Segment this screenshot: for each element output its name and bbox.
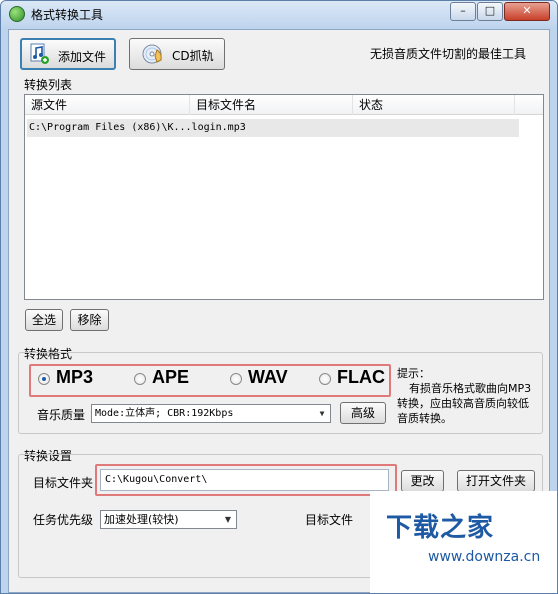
hint-line-3: 音质转换。 xyxy=(397,412,452,425)
radio-wav[interactable]: WAV xyxy=(230,367,310,389)
list-header: 源文件 目标文件名 状态 xyxy=(25,95,543,115)
radio-ape[interactable]: APE xyxy=(134,367,214,389)
watermark: 下载之家 www.downza.cn xyxy=(370,491,557,593)
row-source: C:\Program Files (x86)\K...login.mp3 xyxy=(29,122,246,133)
select-all-button[interactable]: 全选 xyxy=(25,309,63,331)
app-logo-icon xyxy=(9,6,25,22)
priority-label: 任务优先级 xyxy=(33,513,94,527)
target-folder-value: C:\Kugou\Convert\ xyxy=(105,474,208,485)
title-bar[interactable]: 格式转换工具 – □ ✕ xyxy=(1,1,557,27)
cd-disc-icon xyxy=(142,44,162,64)
radio-ape-label: APE xyxy=(152,367,190,387)
advanced-button[interactable]: 高级 xyxy=(340,402,386,424)
radio-flac[interactable]: FLAC xyxy=(319,367,389,389)
radio-wav-label: WAV xyxy=(248,367,288,387)
hint-title: 提示： xyxy=(397,367,430,380)
radio-flac-label: FLAC xyxy=(337,367,385,387)
target-folder-label: 目标文件夹 xyxy=(33,476,94,490)
quality-value: Mode:立体声; CBR:192Kbps xyxy=(95,408,234,419)
radio-wav-dot xyxy=(230,373,242,385)
app-window: 格式转换工具 – □ ✕ 添加文件 CD抓轨 无损音质文件切割的最佳工具 转换列… xyxy=(0,0,558,594)
music-note-icon xyxy=(30,43,49,64)
hint-line-1: 有损音乐格式歌曲向MP3 xyxy=(409,382,532,395)
maximize-button[interactable]: □ xyxy=(477,2,503,21)
hint-line-2: 转换，应由较高音质向较低 xyxy=(397,397,529,410)
minimize-button[interactable]: – xyxy=(450,2,476,21)
watermark-url: www.downza.cn xyxy=(428,549,541,565)
priority-value: 加速处理(较快) xyxy=(104,513,179,526)
target-file-label: 目标文件 xyxy=(305,513,354,527)
radio-mp3[interactable]: MP3 xyxy=(38,367,118,389)
target-folder-input[interactable]: C:\Kugou\Convert\ xyxy=(100,469,389,491)
convert-list-label: 转换列表 xyxy=(24,78,73,92)
file-list[interactable]: 源文件 目标文件名 状态 C:\Program Files (x86)\K...… xyxy=(24,94,544,300)
radio-mp3-dot xyxy=(38,373,50,385)
close-button[interactable]: ✕ xyxy=(504,2,550,21)
add-file-button[interactable]: 添加文件 xyxy=(20,38,116,70)
radio-ape-dot xyxy=(134,373,146,385)
chevron-down-icon: ▼ xyxy=(319,409,325,418)
add-file-label: 添加文件 xyxy=(58,50,107,64)
remove-button[interactable]: 移除 xyxy=(70,309,109,331)
table-row[interactable]: C:\Program Files (x86)\K...login.mp3 xyxy=(27,119,519,137)
quality-select[interactable]: Mode:立体声; CBR:192Kbps ▼ xyxy=(91,404,331,423)
column-source[interactable]: 源文件 xyxy=(25,95,190,115)
app-slogan: 无损音质文件切割的最佳工具 xyxy=(370,47,527,61)
radio-mp3-label: MP3 xyxy=(56,367,94,387)
open-folder-button[interactable]: 打开文件夹 xyxy=(457,470,535,492)
priority-select[interactable]: 加速处理(较快) ▼ xyxy=(100,510,237,529)
window-title: 格式转换工具 xyxy=(31,8,104,22)
column-target[interactable]: 目标文件名 xyxy=(190,95,353,115)
chevron-down-icon: ▼ xyxy=(224,515,232,524)
radio-flac-dot xyxy=(319,373,331,385)
change-folder-button[interactable]: 更改 xyxy=(401,470,444,492)
quality-label: 音乐质量 xyxy=(37,408,86,422)
column-status[interactable]: 状态 xyxy=(353,95,515,115)
cd-rip-label: CD抓轨 xyxy=(172,49,214,63)
cd-rip-button[interactable]: CD抓轨 xyxy=(129,38,225,70)
watermark-text: 下载之家 xyxy=(386,513,495,543)
format-hint: 提示： 有损音乐格式歌曲向MP3 转换，应由较高音质向较低 音质转换。 xyxy=(397,366,545,426)
